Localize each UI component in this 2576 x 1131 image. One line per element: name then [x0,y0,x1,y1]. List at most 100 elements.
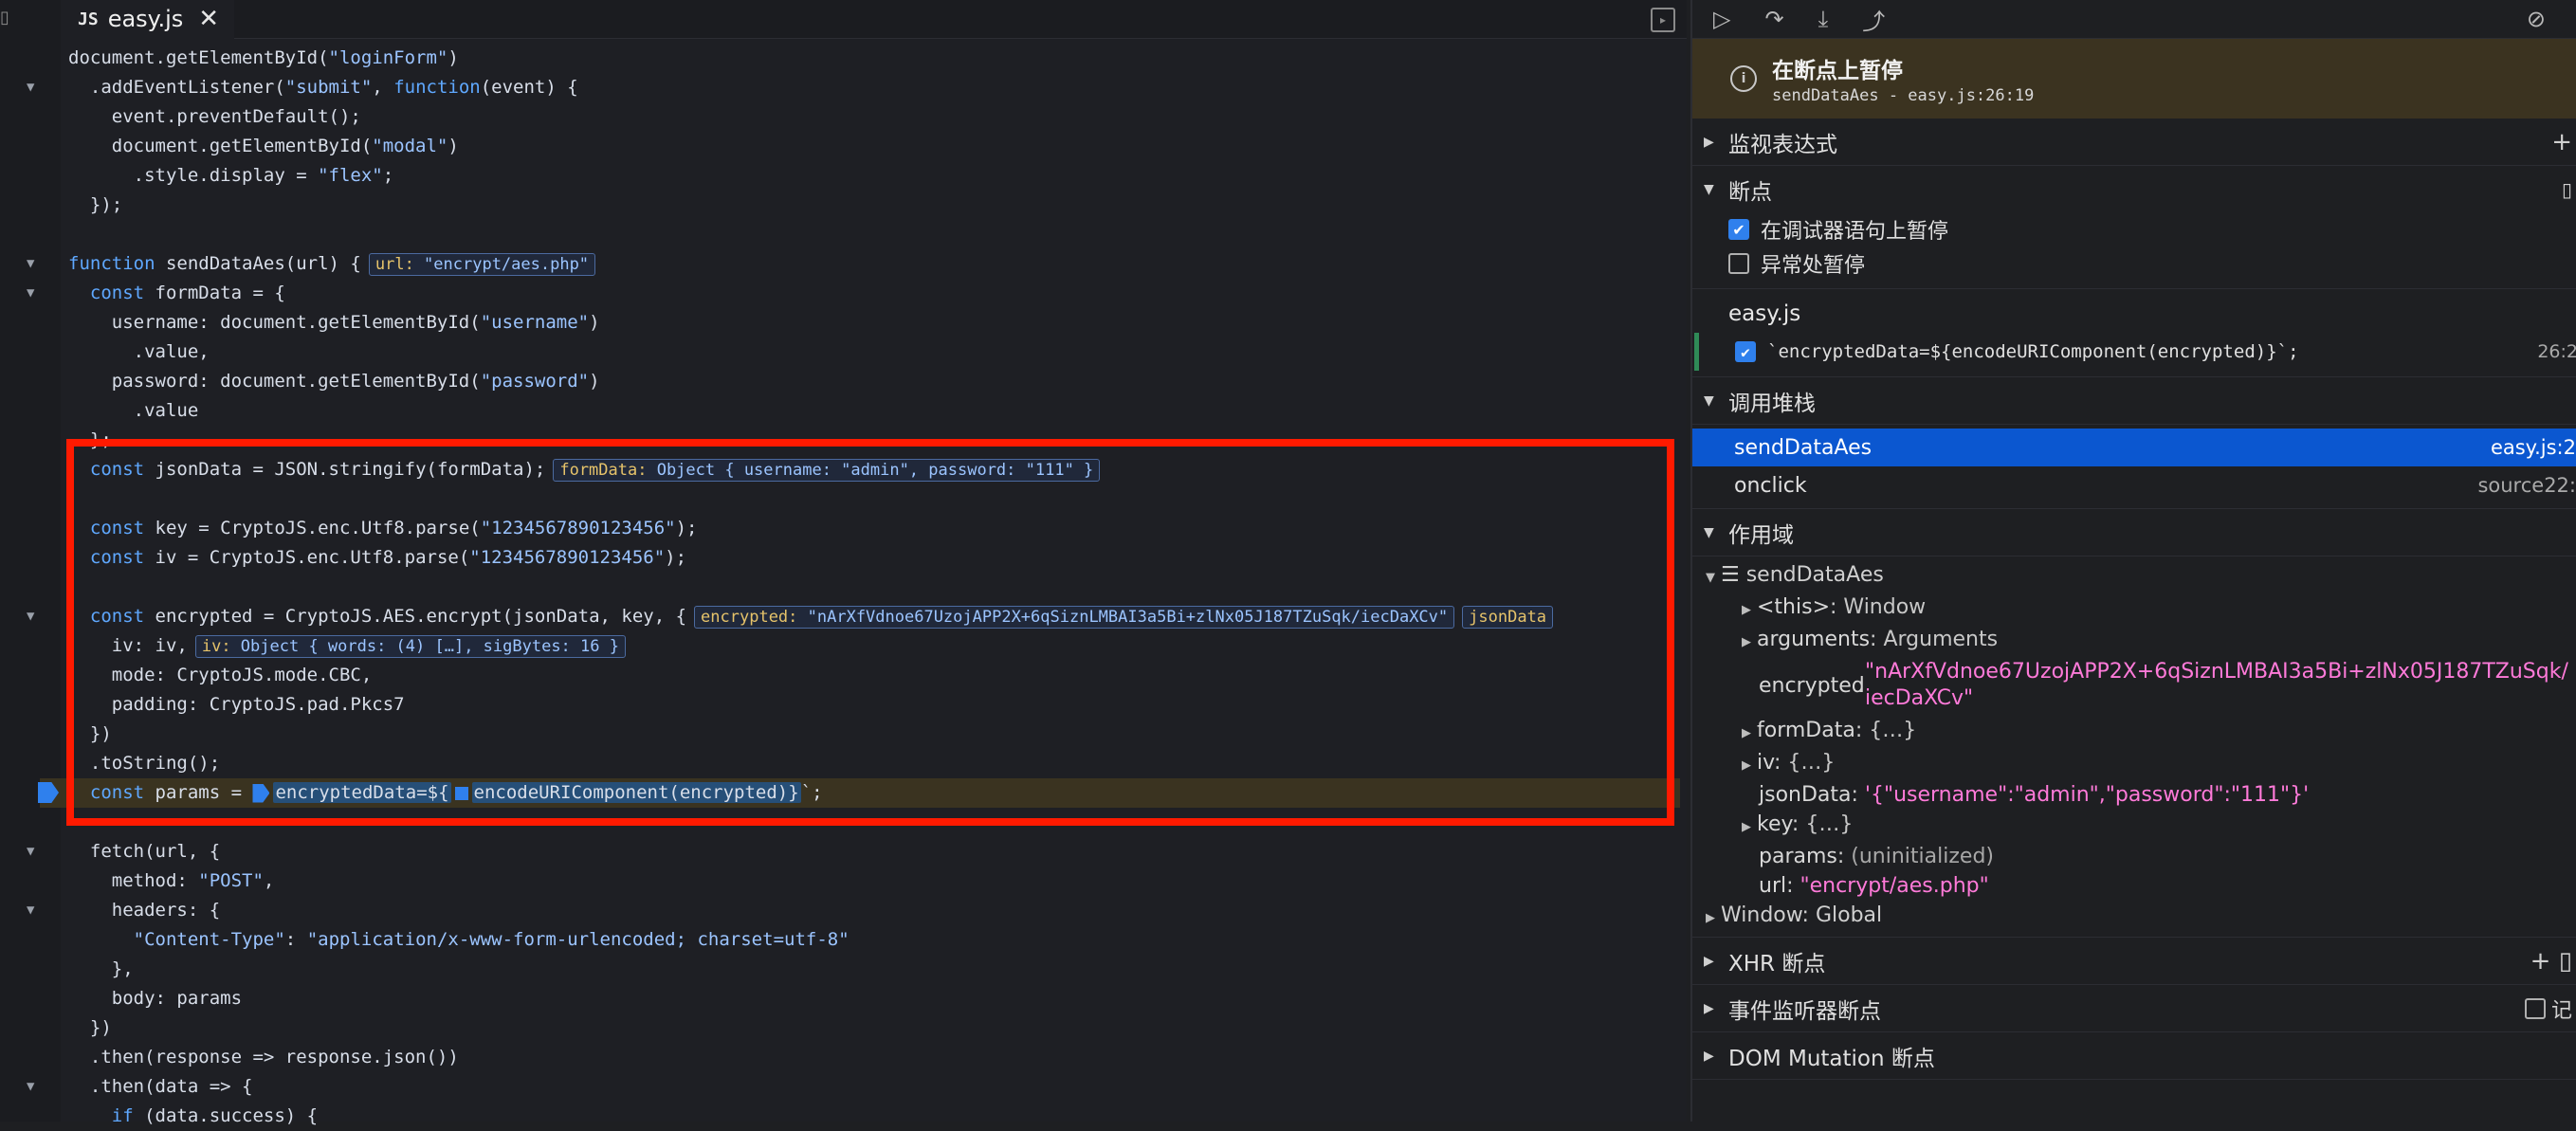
step-out-icon[interactable]: ⤴ [1862,3,1885,36]
scope-var-encrypted[interactable]: encrypted: "nArXfVdnoe67UzojAPP2X+6qSizn… [1692,657,2576,716]
source-code[interactable]: document.getElementById("loginForm") ▼ .a… [27,44,1680,1131]
scope-var-arguments[interactable]: ▶ arguments: Arguments [1692,625,2576,657]
code-line[interactable]: password: document.getElementById("passw… [68,367,1680,396]
code-line[interactable]: .style.display = "flex"; [68,161,1680,191]
call-frame-senddataaes[interactable]: sendDataAes easy.js:2 [1692,429,2576,466]
pause-on-exceptions-option[interactable]: 异常处暂停 [1692,246,2576,281]
code-line[interactable]: ▼ const encrypted = CryptoJS.AES.encrypt… [27,602,1680,631]
line-gutter[interactable] [0,38,61,1122]
scope-global[interactable]: ▶ Window: Global [1692,901,2576,933]
code-line[interactable]: .then(response => response.json()) [68,1043,1680,1072]
step-in-icon[interactable]: ⤓ [1818,6,1829,32]
code-token: .then(data => { [68,1076,253,1097]
scope-var-jsondata[interactable]: jsonData: '{"username":"admin","password… [1692,780,2576,810]
code-line[interactable]: padding: CryptoJS.pad.Pkcs7 [68,690,1680,720]
code-token: ) [448,47,459,68]
fold-chevron-icon[interactable]: ▼ [27,1072,34,1102]
code-line[interactable]: document.getElementById("modal") [68,132,1680,161]
checkbox-unchecked[interactable] [1728,253,1749,274]
code-line[interactable]: }) [68,720,1680,749]
log-events-option[interactable]: 记 [2524,994,2572,1024]
deactivate-breakpoints-icon[interactable]: ⊘ [2527,6,2546,32]
code-line[interactable]: body: params [68,984,1680,1013]
code-line[interactable]: username: document.getElementById("usern… [68,308,1680,337]
breakpoint-item[interactable]: ✔ `encryptedData=${encodeURIComponent(en… [1694,333,2576,371]
inline-value-jsondata[interactable]: jsonData [1462,605,1554,629]
step-over-icon[interactable]: ↷ [1764,6,1783,32]
add-icon[interactable]: + ▯ [2530,947,2572,976]
fold-chevron-icon[interactable]: ▼ [27,73,34,102]
section-xhr-breakpoints[interactable]: ▶ XHR 断点 + ▯ [1692,937,2576,985]
code-line[interactable]: iv: iv, iv: Object { words: (4) […], sigB… [68,631,1680,661]
call-frame-onclick[interactable]: onclick source22: [1692,466,2576,504]
add-icon[interactable]: + [2551,128,2572,156]
code-line[interactable]: }, [68,955,1680,984]
fold-chevron-icon[interactable]: ▼ [27,896,34,925]
fold-chevron-icon[interactable]: ▼ [27,837,34,866]
tab-easy-js[interactable]: JS easy.js ✕ [61,0,235,40]
fold-chevron-icon[interactable]: ▼ [27,602,34,631]
code-line[interactable]: }) [68,1013,1680,1043]
inline-value-formdata[interactable]: formData: Object { username: "admin", pa… [553,458,1101,482]
toggle-panel-icon[interactable]: ▸ [1651,8,1675,32]
code-line[interactable]: mode: CryptoJS.mode.CBC, [68,661,1680,690]
code-line[interactable]: .value [68,396,1680,426]
scope-var-formdata[interactable]: ▶ formData: {…} [1692,716,2576,748]
pause-on-debugger-option[interactable]: ✔ 在调试器语句上暂停 [1692,212,2576,246]
inline-value-label: iv: [201,636,241,656]
section-watch[interactable]: ▶ 监视表达式 + [1692,119,2576,166]
breakpoint-file[interactable]: easy.js [1692,295,2576,333]
paused-column-marker[interactable] [252,783,270,803]
section-event-listener-breakpoints[interactable]: ▶ 事件监听器断点 记 [1692,985,2576,1032]
code-line[interactable]: "Content-Type": "application/x-www-form-… [68,925,1680,955]
code-line[interactable]: ▼ function sendDataAes(url) {url: "encryp… [27,249,1680,279]
code-line[interactable]: ▼ .then(data => { [27,1072,1680,1102]
scope-var-key[interactable]: ▶ key: {…} [1692,810,2576,842]
resume-icon[interactable]: ▷ [1713,6,1730,32]
breakpoint-arrow-icon[interactable] [38,782,59,803]
code-line[interactable] [68,573,1680,602]
close-icon[interactable]: ✕ [198,5,219,33]
inline-value-url[interactable]: url: "encrypt/aes.php" [368,252,596,276]
code-line[interactable]: }; [68,426,1680,455]
fold-chevron-icon[interactable]: ▼ [27,249,34,279]
fold-chevron-icon[interactable]: ▼ [27,279,34,308]
checkbox-checked[interactable]: ✔ [1735,341,1756,362]
code-line[interactable]: const jsonData = JSON.stringify(formData… [68,455,1680,484]
inline-value-encrypted[interactable]: encrypted: "nArXfVdnoe67UzojAPP2X+6qSizn… [694,605,1455,629]
code-line[interactable]: .toString(); [68,749,1680,778]
checkbox-checked[interactable]: ✔ [1728,219,1749,240]
section-callstack[interactable]: ▼ 调用堆栈 [1692,376,2576,425]
code-line[interactable] [68,808,1680,837]
section-breakpoints[interactable]: ▼ 断点 ▯ [1692,166,2576,212]
breakpoint-menu-icon[interactable]: ▯ [2562,178,2572,201]
code-line[interactable]: ▼ const formData = { [27,279,1680,308]
code-line[interactable]: .value, [68,337,1680,367]
code-line[interactable]: event.preventDefault(); [68,102,1680,132]
scope-var-this[interactable]: ▶ <this>: Window [1692,593,2576,625]
code-line[interactable]: method: "POST", [68,866,1680,896]
code-line[interactable]: const iv = CryptoJS.enc.Utf8.parse("1234… [68,543,1680,573]
inline-value-iv[interactable]: iv: Object { words: (4) […], sigBytes: 1… [194,634,626,658]
code-line[interactable]: ▼ headers: { [27,896,1680,925]
checkbox-unchecked[interactable] [2524,997,2546,1019]
code-line[interactable] [68,220,1680,249]
sidebar-toggle-icon[interactable]: ▯ [0,8,11,28]
section-dom-mutation-breakpoints[interactable]: ▶ DOM Mutation 断点 [1692,1032,2576,1080]
code-line[interactable]: ▼ .addEventListener("submit", function(e… [27,73,1680,102]
scope-var-iv[interactable]: ▶ iv: {…} [1692,748,2576,780]
section-scope[interactable]: ▼ 作用域 [1692,508,2576,556]
code-line[interactable]: document.getElementById("loginForm") [68,44,1680,73]
paused-code-line[interactable]: const params = encryptedData=${encodeURI… [38,778,1680,808]
code-line[interactable]: ▼ fetch(url, { [27,837,1680,866]
code-line[interactable]: const key = CryptoJS.enc.Utf8.parse("123… [68,514,1680,543]
scope-block[interactable]: ▼ ☰ sendDataAes [1692,560,2576,593]
scope-var-url[interactable]: url: "encrypt/aes.php" [1692,871,2576,901]
frame-location: easy.js:2 [2490,436,2576,459]
code-line[interactable]: if (data.success) { [68,1102,1680,1131]
column-breakpoint-marker[interactable] [454,786,468,800]
code-line[interactable]: }); [68,191,1680,220]
section-label: 监视表达式 [1728,132,1837,157]
code-line[interactable] [68,484,1680,514]
scope-var-params[interactable]: params: (uninitialized) [1692,842,2576,871]
